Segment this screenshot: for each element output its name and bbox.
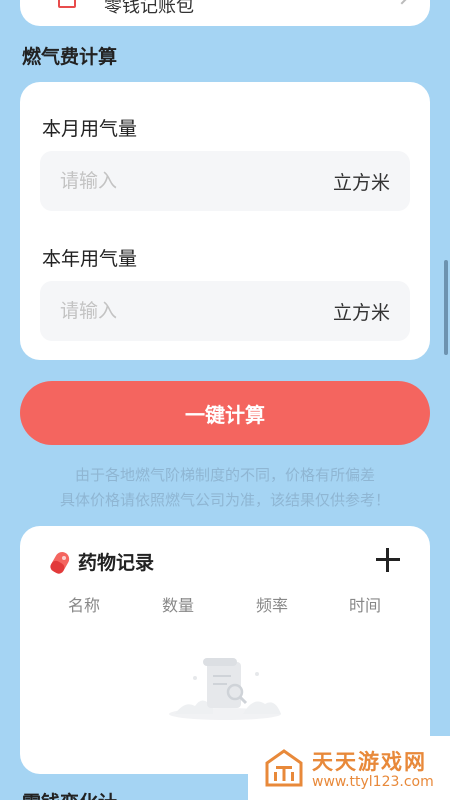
column-header-quantity: 数量 — [161, 596, 194, 615]
wallet-entry-card[interactable]: 零钱记账包 — [20, 0, 430, 26]
calculate-button[interactable]: 一键计算 — [20, 381, 430, 445]
yearly-usage-unit: 立方米 — [332, 302, 390, 324]
wallet-entry-label: 零钱记账包 — [104, 0, 194, 17]
gas-calculator-card: 本月用气量 立方米 本年用气量 立方米 — [20, 82, 430, 360]
watermark-name: 天天游戏网 — [312, 750, 427, 774]
scrollbar[interactable] — [444, 260, 448, 355]
gas-section-title: 燃气费计算 — [22, 46, 118, 68]
bottom-section-title: 零钱变化计 — [22, 788, 117, 800]
pill-icon — [50, 552, 70, 574]
yearly-usage-input[interactable] — [60, 281, 320, 341]
monthly-usage-label: 本月用气量 — [42, 118, 138, 140]
monthly-usage-field[interactable]: 立方米 — [40, 151, 410, 211]
site-watermark: 天天游戏网 www.ttyl123.com — [248, 736, 450, 800]
column-header-frequency: 频率 — [255, 596, 288, 615]
monthly-usage-unit: 立方米 — [332, 172, 390, 194]
empty-state-illustration — [169, 658, 281, 720]
chevron-right-icon — [393, 0, 411, 5]
wallet-icon — [58, 0, 76, 8]
yearly-usage-field[interactable]: 立方米 — [40, 281, 410, 341]
column-header-name: 名称 — [67, 596, 100, 615]
column-header-time: 时间 — [348, 596, 381, 615]
medicine-section-title: 药物记录 — [78, 552, 155, 574]
watermark-url: www.ttyl123.com — [312, 774, 434, 790]
add-medicine-button[interactable] — [376, 548, 400, 572]
monthly-usage-input[interactable] — [60, 151, 320, 211]
watermark-logo-icon — [265, 749, 303, 787]
notice-line-1: 由于各地燃气阶梯制度的不同，价格有所偏差 — [74, 466, 375, 484]
notice-line-2: 具体价格请依照燃气公司为准，该结果仅供参考！ — [59, 491, 390, 509]
yearly-usage-label: 本年用气量 — [42, 248, 138, 270]
